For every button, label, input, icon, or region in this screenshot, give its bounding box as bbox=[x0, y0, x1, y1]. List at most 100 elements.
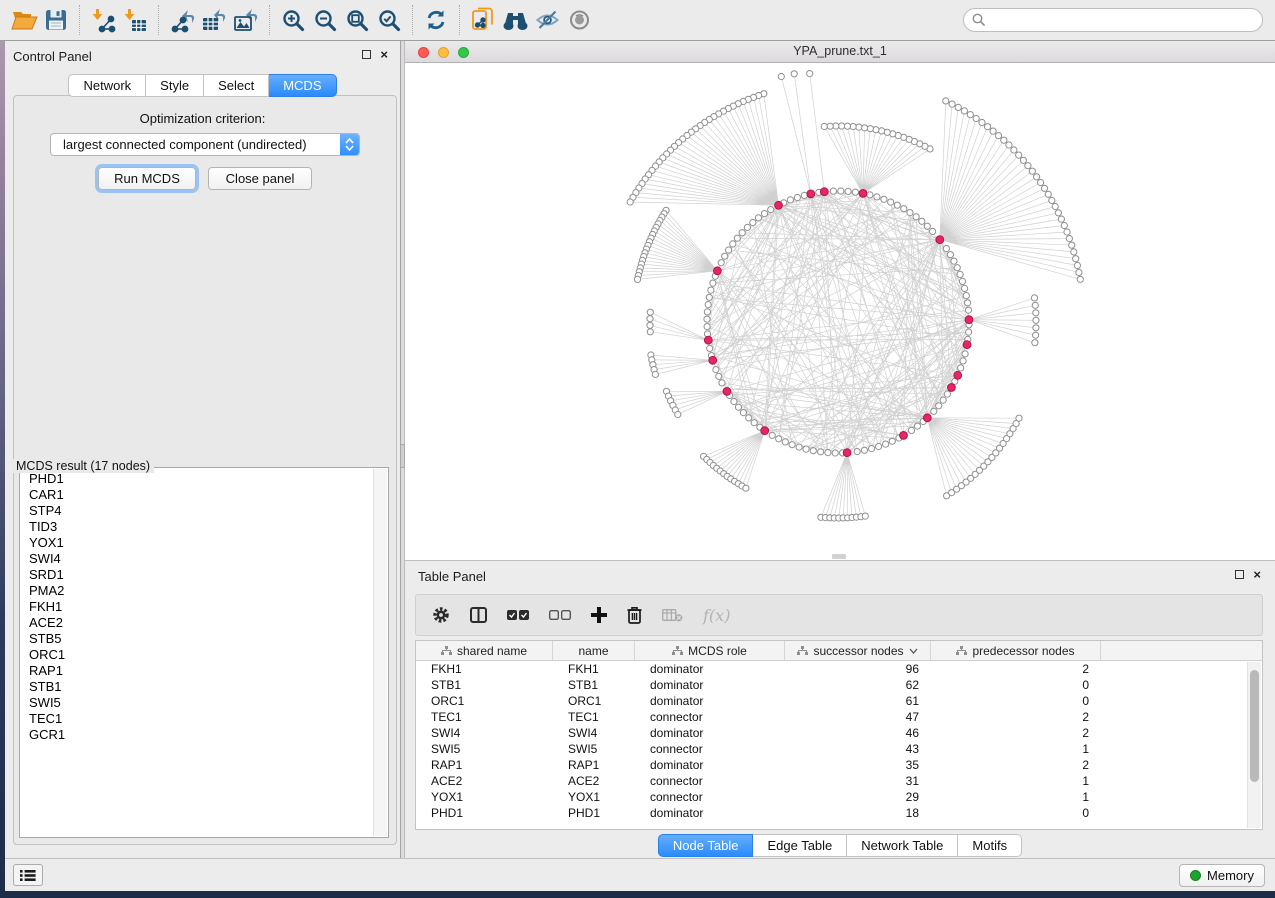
network-node[interactable] bbox=[818, 449, 824, 455]
network-node[interactable] bbox=[634, 276, 640, 282]
import-network-button[interactable] bbox=[87, 4, 119, 36]
network-node[interactable] bbox=[706, 294, 712, 300]
table-row[interactable]: ACE2ACE2connector311 bbox=[416, 773, 1262, 789]
cell-name[interactable]: SWI4 bbox=[553, 725, 635, 741]
network-node[interactable] bbox=[995, 133, 1001, 139]
table-row[interactable]: TEC1TEC1connector472 bbox=[416, 709, 1262, 725]
network-node[interactable] bbox=[879, 128, 885, 134]
cell-name[interactable]: ACE2 bbox=[553, 773, 635, 789]
network-node[interactable] bbox=[675, 411, 681, 417]
network-node[interactable] bbox=[1025, 163, 1031, 169]
mcds-result-item[interactable]: ORC1 bbox=[23, 647, 372, 663]
cell-MCDS-role[interactable]: connector bbox=[635, 789, 785, 805]
network-node[interactable] bbox=[647, 322, 653, 328]
cell-shared-name[interactable]: ORC1 bbox=[416, 693, 553, 709]
network-node[interactable] bbox=[967, 112, 973, 118]
mcds-result-item[interactable]: FKH1 bbox=[23, 599, 372, 615]
network-node[interactable] bbox=[708, 287, 714, 293]
network-node[interactable] bbox=[776, 436, 782, 442]
network-node[interactable] bbox=[1069, 242, 1075, 248]
mcds-result-item[interactable]: TID3 bbox=[23, 519, 372, 535]
float-window-icon[interactable] bbox=[362, 50, 371, 59]
network-node[interactable] bbox=[973, 115, 979, 121]
mcds-dominator-node[interactable] bbox=[963, 341, 971, 349]
network-node[interactable] bbox=[704, 324, 710, 330]
cell-shared-name[interactable]: YOX1 bbox=[416, 789, 553, 805]
network-node[interactable] bbox=[1045, 191, 1051, 197]
mcds-result-item[interactable]: PHD1 bbox=[23, 471, 372, 487]
task-history-button[interactable] bbox=[13, 864, 43, 886]
cell-shared-name[interactable]: ACE2 bbox=[416, 773, 553, 789]
export-image-button[interactable] bbox=[230, 4, 262, 36]
network-node[interactable] bbox=[854, 449, 860, 455]
deselect-all-rows-icon[interactable] bbox=[549, 609, 571, 621]
network-node[interactable] bbox=[979, 119, 985, 125]
mcds-dominator-node[interactable] bbox=[714, 267, 722, 275]
network-node[interactable] bbox=[949, 101, 955, 107]
network-node[interactable] bbox=[901, 206, 907, 212]
cell-successor-nodes[interactable]: 43 bbox=[785, 741, 931, 757]
mcds-dominator-node[interactable] bbox=[948, 384, 956, 392]
mcds-dominator-node[interactable] bbox=[820, 188, 828, 196]
tab-edge-table[interactable]: Edge Table bbox=[753, 834, 847, 857]
network-node[interactable] bbox=[931, 408, 937, 414]
cell-MCDS-role[interactable]: dominator bbox=[635, 757, 785, 773]
network-node[interactable] bbox=[852, 189, 858, 195]
mcds-result-item[interactable]: CAR1 bbox=[23, 487, 372, 503]
cell-successor-nodes[interactable]: 35 bbox=[785, 757, 931, 773]
network-node[interactable] bbox=[782, 439, 788, 445]
network-node[interactable] bbox=[825, 450, 831, 456]
network-node[interactable] bbox=[803, 446, 809, 452]
network-node[interactable] bbox=[1016, 415, 1022, 421]
network-node[interactable] bbox=[722, 253, 728, 259]
cell-shared-name[interactable]: TEC1 bbox=[416, 709, 553, 725]
network-node[interactable] bbox=[750, 219, 756, 225]
mcds-result-item[interactable]: YOX1 bbox=[23, 535, 372, 551]
network-node[interactable] bbox=[1033, 310, 1039, 316]
open-file-button[interactable] bbox=[8, 4, 40, 36]
network-node[interactable] bbox=[944, 391, 950, 397]
network-node[interactable] bbox=[832, 450, 838, 456]
network-node[interactable] bbox=[1001, 137, 1007, 143]
tab-select[interactable]: Select bbox=[204, 74, 269, 97]
network-node[interactable] bbox=[894, 202, 900, 208]
network-node[interactable] bbox=[769, 432, 775, 438]
network-node[interactable] bbox=[821, 123, 827, 129]
optimization-criterion-select[interactable]: largest connected component (undirected) bbox=[50, 133, 360, 156]
network-node[interactable] bbox=[1064, 229, 1070, 235]
cell-name[interactable]: FKH1 bbox=[553, 661, 635, 677]
network-node[interactable] bbox=[791, 71, 797, 77]
add-column-icon[interactable] bbox=[591, 607, 607, 623]
network-node[interactable] bbox=[810, 448, 816, 454]
cell-predecessor-nodes[interactable]: 2 bbox=[931, 661, 1101, 677]
network-node[interactable] bbox=[990, 128, 996, 134]
network-node[interactable] bbox=[705, 302, 711, 308]
network-node[interactable] bbox=[908, 427, 914, 433]
network-node[interactable] bbox=[794, 194, 800, 200]
network-node[interactable] bbox=[919, 218, 925, 224]
close-icon[interactable]: × bbox=[380, 50, 388, 59]
mcds-dominator-node[interactable] bbox=[923, 414, 931, 422]
column-visibility-icon[interactable] bbox=[470, 607, 487, 623]
network-node[interactable] bbox=[743, 485, 749, 491]
table-row[interactable]: PHD1PHD1dominator180 bbox=[416, 805, 1262, 821]
network-node[interactable] bbox=[796, 444, 802, 450]
cell-MCDS-role[interactable]: dominator bbox=[635, 677, 785, 693]
mcds-dominator-node[interactable] bbox=[807, 190, 815, 198]
mcds-dominator-node[interactable] bbox=[723, 388, 731, 396]
float-window-icon[interactable] bbox=[1235, 570, 1244, 579]
tab-mcds[interactable]: MCDS bbox=[269, 74, 336, 97]
network-node[interactable] bbox=[867, 126, 873, 132]
network-node[interactable] bbox=[744, 224, 750, 230]
network-node[interactable] bbox=[1016, 152, 1022, 158]
network-node[interactable] bbox=[955, 104, 961, 110]
tab-style[interactable]: Style bbox=[146, 74, 204, 97]
mcds-dominator-node[interactable] bbox=[965, 316, 973, 324]
cell-MCDS-role[interactable]: dominator bbox=[635, 661, 785, 677]
cell-predecessor-nodes[interactable]: 1 bbox=[931, 741, 1101, 757]
network-node[interactable] bbox=[839, 123, 845, 129]
cell-successor-nodes[interactable]: 29 bbox=[785, 789, 931, 805]
network-node[interactable] bbox=[1011, 147, 1017, 153]
network-node[interactable] bbox=[1006, 142, 1012, 148]
mcds-dominator-node[interactable] bbox=[761, 427, 769, 435]
